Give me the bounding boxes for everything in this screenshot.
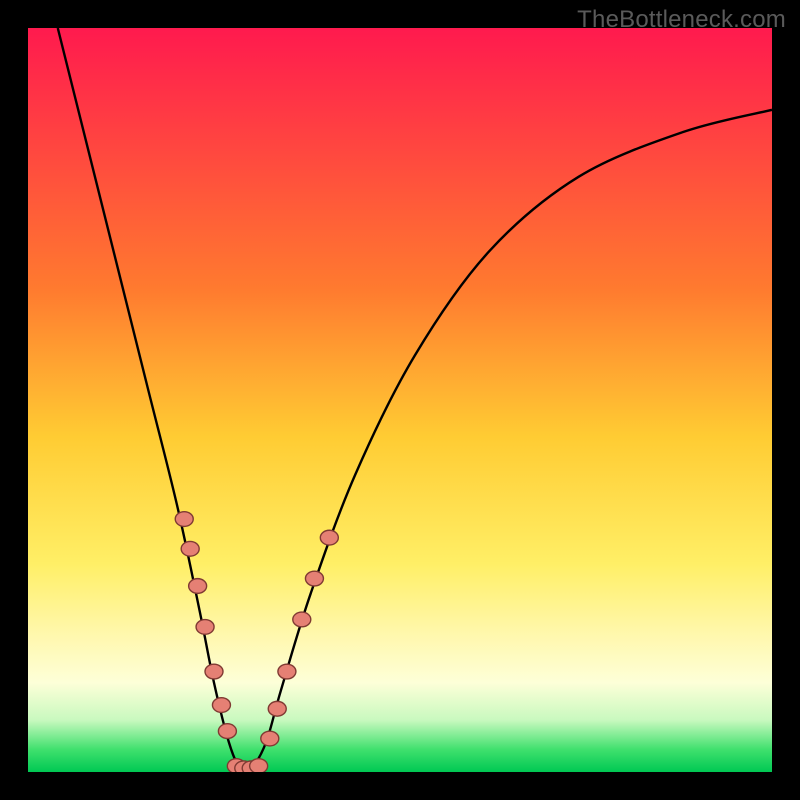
marker-left [212, 698, 230, 713]
marker-right [320, 530, 338, 545]
marker-right [305, 571, 323, 586]
marker-left [205, 664, 223, 679]
marker-right [261, 731, 279, 746]
bottleneck-chart [28, 28, 772, 772]
marker-right [293, 612, 311, 627]
marker-left [181, 541, 199, 556]
marker-left [218, 724, 236, 739]
marker-right [268, 701, 286, 716]
marker-bottom [250, 759, 268, 772]
marker-left [196, 620, 214, 635]
marker-left [175, 512, 193, 527]
plot-area [28, 28, 772, 772]
chart-frame: TheBottleneck.com [0, 0, 800, 800]
marker-left [189, 579, 207, 594]
marker-right [278, 664, 296, 679]
